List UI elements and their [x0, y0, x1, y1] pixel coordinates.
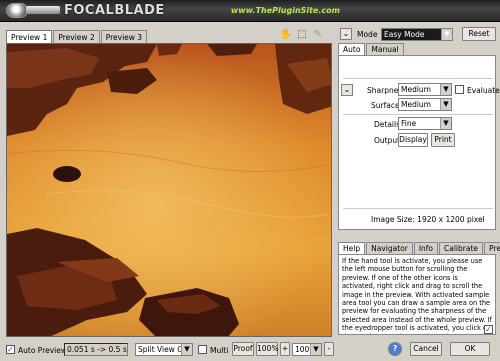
chevron-down-icon: ▼	[440, 99, 451, 110]
app-logo: FOCALBLADE	[64, 3, 165, 18]
eyedropper-tool-icon[interactable]: ✎	[312, 29, 324, 41]
surface-value: Medium	[401, 100, 431, 109]
preview-tools: ✋ ⬚ ✎	[280, 29, 324, 41]
tab-manual[interactable]: Manual	[366, 43, 404, 55]
proof-button[interactable]: Proof	[232, 342, 254, 356]
multi-label: Multi	[210, 346, 229, 355]
auto-panel: ⌄ Sharpness Medium ▼ Evaluate Surface Me…	[338, 55, 500, 230]
help-checkbox[interactable]: ✓	[484, 325, 493, 334]
display-button[interactable]: Display	[398, 133, 428, 147]
surface-select[interactable]: Medium ▼	[398, 98, 452, 111]
chevron-down-icon: ▼	[440, 118, 451, 129]
sharpness-select[interactable]: Medium ▼	[398, 83, 452, 96]
sample-area-tool-icon[interactable]: ⬚	[296, 29, 308, 41]
zoom-select[interactable]: 100% ▼	[292, 343, 322, 356]
auto-preview-label: Auto Preview	[18, 346, 67, 355]
hand-tool-icon[interactable]: ✋	[280, 29, 292, 41]
help-text: If the hand tool is activate, you please…	[342, 257, 492, 334]
reset-button[interactable]: Reset	[462, 27, 496, 41]
mode-label: Mode	[357, 30, 378, 39]
zoom-out-button[interactable]: -	[324, 342, 334, 356]
logo-bar-icon	[26, 6, 60, 14]
preview-image[interactable]	[6, 43, 332, 337]
tab-preview-3[interactable]: Preview 3	[100, 30, 148, 43]
timing-value: 0.051 s -> 0.5 s	[67, 345, 127, 354]
chevron-down-icon: ▼	[440, 84, 451, 95]
tab-navigator[interactable]: Navigator	[366, 242, 413, 254]
tab-auto[interactable]: Auto	[338, 43, 366, 55]
tab-help[interactable]: Help	[338, 242, 366, 254]
site-link[interactable]: www.ThePluginSite.com	[231, 6, 340, 15]
details-select[interactable]: Fine ▼	[398, 117, 452, 130]
ok-button[interactable]: OK	[450, 342, 490, 356]
evaluate-label: Evaluate	[467, 86, 500, 95]
sharpness-value: Medium	[401, 85, 431, 94]
split-view-select[interactable]: Split View Off ▼	[135, 343, 193, 356]
preview-tabs: Preview 1 Preview 2 Preview 3	[6, 30, 148, 43]
tab-preview-1[interactable]: Preview 1	[6, 30, 53, 43]
details-value: Fine	[401, 119, 417, 128]
tab-info[interactable]: Info	[413, 242, 439, 254]
image-size-text: Image Size: 1920 x 1200 pixel	[371, 215, 485, 224]
mode-select[interactable]: Easy Mode ▼	[381, 28, 453, 41]
bottom-toolbar: ✓ Auto Preview 0.051 s -> 0.5 s Split Vi…	[0, 339, 500, 361]
cancel-button[interactable]: Cancel	[410, 342, 442, 356]
surface-label: Surface	[371, 101, 400, 110]
tab-calibrate[interactable]: Calibrate	[439, 242, 484, 254]
preview-photo	[7, 44, 331, 336]
tab-preview-2[interactable]: Preview 2	[53, 30, 100, 43]
help-question-icon[interactable]: ?	[388, 342, 402, 356]
divider	[343, 208, 493, 209]
collapse-sharpness-icon[interactable]: ⌄	[341, 84, 353, 96]
details-label: Details	[374, 120, 401, 129]
timing-display: 0.051 s -> 0.5 s	[64, 343, 128, 356]
collapse-mode-icon[interactable]: ⌄	[340, 28, 352, 40]
auto-preview-checkbox[interactable]: ✓	[6, 345, 15, 354]
chevron-down-icon: ▼	[441, 29, 452, 40]
multi-checkbox[interactable]	[198, 345, 207, 354]
print-button[interactable]: Print	[431, 133, 455, 147]
chevron-down-icon: ▼	[181, 344, 192, 355]
zoom-100-button[interactable]: 100%	[256, 342, 278, 356]
help-text-box: If the hand tool is activate, you please…	[338, 254, 496, 335]
header-bar: FOCALBLADE www.ThePluginSite.com	[0, 0, 500, 22]
chevron-down-icon: ▼	[310, 344, 321, 355]
mode-select-value: Easy Mode	[384, 30, 425, 39]
evaluate-checkbox[interactable]	[455, 85, 464, 94]
help-tabs: Help Navigator Info Calibrate Prefs	[338, 242, 500, 254]
panel-tabs: Auto Manual	[338, 43, 405, 55]
divider	[343, 78, 493, 79]
logo-lens-icon	[6, 3, 28, 18]
tab-prefs[interactable]: Prefs	[484, 242, 500, 254]
divider	[343, 114, 493, 115]
zoom-in-button[interactable]: +	[280, 342, 290, 356]
output-label: Output	[374, 136, 401, 145]
